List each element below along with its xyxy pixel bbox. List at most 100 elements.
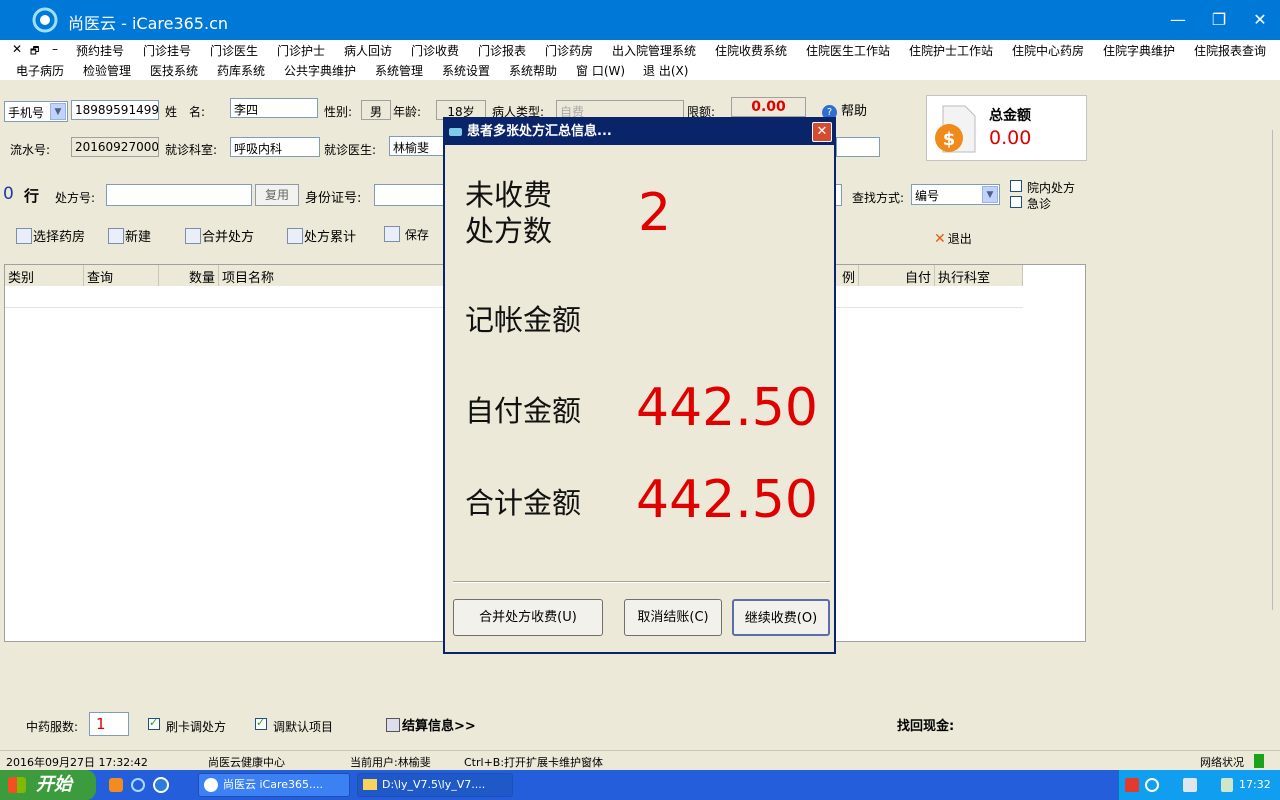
menu-item-inpatient-reports[interactable]: 住院报表查询 bbox=[1194, 42, 1266, 59]
serial-field[interactable]: 201609270000 bbox=[71, 137, 159, 157]
menu-item-lab[interactable]: 检验管理 bbox=[83, 62, 131, 79]
menu-item-admission-system[interactable]: 出入院管理系统 bbox=[612, 42, 696, 59]
mdi-minimize-icon[interactable]: – bbox=[52, 42, 58, 56]
save-button[interactable]: 保存 bbox=[384, 226, 429, 243]
settle-info-link[interactable]: 结算信息>> bbox=[386, 715, 476, 734]
status-center: 尚医云健康中心 bbox=[208, 756, 285, 769]
scrollbar[interactable] bbox=[1272, 130, 1280, 610]
menu-item-system-settings[interactable]: 系统设置 bbox=[442, 62, 490, 79]
grid-header-quantity[interactable]: 数量 bbox=[159, 265, 219, 286]
grid-header-item-name[interactable]: 项目名称 bbox=[219, 265, 445, 286]
new-label: 新建 bbox=[125, 230, 152, 245]
menu-item-system-admin[interactable]: 系统管理 bbox=[375, 62, 423, 79]
menu-item-outpatient-reports[interactable]: 门诊报表 bbox=[478, 42, 526, 59]
app-logo-icon bbox=[32, 7, 58, 33]
doctor-field[interactable]: 林榆斐 bbox=[389, 136, 445, 156]
tray-safe-icon[interactable] bbox=[1183, 778, 1197, 792]
menu-item-inpatient-dictionary[interactable]: 住院字典维护 bbox=[1103, 42, 1175, 59]
taskbar-item-folder-label: D:\ly_V7.5\ly_V7.... bbox=[382, 778, 486, 791]
restore-button[interactable]: ❐ bbox=[1199, 0, 1239, 40]
phone-field[interactable]: 18989591499 bbox=[71, 100, 159, 120]
tray-volume-icon[interactable] bbox=[1221, 778, 1233, 792]
menu-item-patient-followup[interactable]: 病人回访 bbox=[344, 42, 392, 59]
dialog-close-button[interactable]: ✕ bbox=[812, 122, 832, 142]
unpaid-rx-label-line1: 未收费 bbox=[465, 178, 553, 212]
inhouse-rx-checkbox[interactable] bbox=[1010, 180, 1022, 192]
id-card-input[interactable] bbox=[374, 184, 444, 206]
menu-item-outpatient-register[interactable]: 门诊挂号 bbox=[143, 42, 191, 59]
quicklaunch-app-icon[interactable] bbox=[153, 777, 169, 793]
menu-item-public-dictionary[interactable]: 公共字典维护 bbox=[284, 62, 356, 79]
copy-button[interactable]: 复用 bbox=[255, 184, 299, 206]
menu-item-inpatient-doctor[interactable]: 住院医生工作站 bbox=[806, 42, 890, 59]
select-pharmacy-button[interactable]: 选择药房 bbox=[16, 226, 85, 245]
dialog-divider bbox=[453, 581, 830, 583]
grid-header-category[interactable]: 类别 bbox=[5, 265, 84, 286]
grid-header-query[interactable]: 查询 bbox=[84, 265, 159, 286]
new-button[interactable]: 新建 bbox=[108, 226, 151, 245]
grid-header-exec-dept[interactable]: 执行科室 bbox=[935, 265, 1023, 286]
grid-header-ratio[interactable]: 例 bbox=[833, 265, 859, 286]
quicklaunch-browser-icon[interactable] bbox=[109, 778, 123, 792]
menu-item-drug-store[interactable]: 药库系统 bbox=[217, 62, 265, 79]
taskbar-item-folder[interactable]: D:\ly_V7.5\ly_V7.... bbox=[357, 773, 513, 797]
menu-item-central-pharmacy[interactable]: 住院中心药房 bbox=[1012, 42, 1084, 59]
prescription-summary-dialog: 患者多张处方汇总信息... ✕ 未收费 处方数 2 记帐金额 自付金额 442.… bbox=[443, 117, 836, 654]
continue-charge-button[interactable]: 继续收费(O) bbox=[732, 599, 830, 636]
search-mode-select[interactable]: 编号 ▼ bbox=[911, 184, 1000, 205]
menu-item-exit[interactable]: 退 出(X) bbox=[643, 62, 688, 79]
self-pay-label: 自付金额 bbox=[465, 394, 582, 428]
close-button[interactable]: ✕ bbox=[1240, 0, 1280, 40]
merge-rx-button[interactable]: 合并处方 bbox=[185, 226, 254, 245]
limit-field[interactable]: 0.00 bbox=[731, 97, 806, 117]
grid-header-self-pay[interactable]: 自付 bbox=[859, 265, 935, 286]
select-pharmacy-label: 选择药房 bbox=[33, 230, 86, 245]
start-button[interactable]: 开始 bbox=[0, 770, 96, 800]
icare-app-icon bbox=[204, 778, 218, 792]
tray-network-icon[interactable] bbox=[1145, 778, 1159, 792]
merge-rx-label: 合并处方 bbox=[202, 230, 255, 245]
gender-field[interactable]: 男 bbox=[361, 100, 391, 120]
list-icon bbox=[287, 228, 303, 244]
swipe-card-checkbox[interactable] bbox=[148, 716, 160, 730]
dept-field[interactable]: 呼吸内科 bbox=[230, 137, 320, 157]
menu-item-inpatient-billing[interactable]: 住院收费系统 bbox=[715, 42, 787, 59]
rx-accumulate-button[interactable]: 处方累计 bbox=[287, 226, 356, 245]
emergency-checkbox[interactable] bbox=[1010, 196, 1022, 208]
menu-item-medtech[interactable]: 医技系统 bbox=[150, 62, 198, 79]
menu-item-system-help[interactable]: 系统帮助 bbox=[509, 62, 557, 79]
menu-row-1: ✕ 🗗 – 预约挂号 门诊挂号 门诊医生 门诊护士 病人回访 门诊收费 门诊报表… bbox=[0, 40, 1280, 60]
mdi-restore-icon[interactable]: 🗗 bbox=[30, 44, 39, 61]
menu-item-window[interactable]: 窗 口(W) bbox=[576, 62, 625, 79]
extra-field[interactable] bbox=[836, 137, 880, 157]
tray-ime-icon[interactable] bbox=[1125, 778, 1139, 792]
herb-count-stepper[interactable]: 1 bbox=[89, 712, 129, 736]
quicklaunch-ie-icon[interactable] bbox=[131, 778, 145, 792]
menu-item-outpatient-pharmacy[interactable]: 门诊药房 bbox=[545, 42, 593, 59]
menu-item-inpatient-nurse[interactable]: 住院护士工作站 bbox=[909, 42, 993, 59]
dialog-app-icon bbox=[449, 128, 462, 136]
folder-icon bbox=[363, 779, 377, 790]
search-mode-label: 查找方式: bbox=[852, 191, 905, 205]
minimize-button[interactable]: — bbox=[1158, 0, 1198, 40]
name-field[interactable]: 李四 bbox=[230, 98, 318, 118]
taskbar-item-icare[interactable]: 尚医云 iCare365.... bbox=[198, 773, 350, 797]
menu-item-outpatient-nurse[interactable]: 门诊护士 bbox=[277, 42, 325, 59]
menu-item-outpatient-billing[interactable]: 门诊收费 bbox=[411, 42, 459, 59]
dept-label: 就诊科室: bbox=[165, 143, 218, 157]
menu-bar: ✕ 🗗 – 预约挂号 门诊挂号 门诊医生 门诊护士 病人回访 门诊收费 门诊报表… bbox=[0, 40, 1280, 80]
exit-button[interactable]: ✕ 退出 bbox=[934, 230, 972, 247]
menu-item-emr[interactable]: 电子病历 bbox=[16, 62, 64, 79]
menu-item-appointment[interactable]: 预约挂号 bbox=[76, 42, 124, 59]
inhouse-rx-label: 院内处方 bbox=[1027, 181, 1076, 195]
merge-rx-charge-button[interactable]: 合并处方收费(U) bbox=[453, 599, 603, 636]
cancel-settlement-button[interactable]: 取消结账(C) bbox=[624, 599, 722, 636]
default-items-checkbox[interactable] bbox=[255, 716, 267, 730]
mdi-close-icon[interactable]: ✕ bbox=[12, 42, 22, 56]
rx-number-input[interactable] bbox=[106, 184, 252, 206]
pharmacy-icon bbox=[16, 228, 32, 244]
menu-item-outpatient-doctor[interactable]: 门诊医生 bbox=[210, 42, 258, 59]
search-mode-value: 编号 bbox=[915, 189, 940, 203]
id-type-select[interactable]: 手机号 ▼ bbox=[4, 101, 68, 122]
total-value: 442.50 bbox=[636, 470, 818, 530]
